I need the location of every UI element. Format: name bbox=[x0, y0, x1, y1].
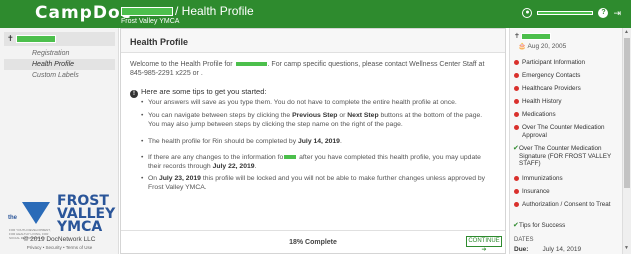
logo-mark-text: the bbox=[8, 215, 17, 221]
left-sidebar: ✝ Registration Health Profile Custom Lab… bbox=[0, 28, 119, 254]
step-healthcare-providers[interactable]: Healthcare Providers bbox=[512, 85, 617, 93]
step-health-history[interactable]: Health History bbox=[512, 98, 617, 106]
page-header-title: / Health Profile bbox=[121, 4, 254, 18]
tip-completion-date: The health profile for Rin should be com… bbox=[141, 138, 495, 147]
main-panel: Health Profile Welcome to the Health Pro… bbox=[120, 28, 506, 254]
participant-selector[interactable]: ✝ bbox=[4, 32, 115, 46]
check-icon: ✔ bbox=[513, 222, 519, 229]
incomplete-dot-icon bbox=[514, 125, 519, 130]
dates-label: DATES bbox=[514, 237, 534, 243]
step-label: Emergency Contacts bbox=[522, 72, 581, 79]
step-tips-for-success[interactable]: ✔ Tips for Success bbox=[512, 222, 617, 230]
sidebar-item-custom-labels[interactable]: Custom Labels bbox=[4, 70, 115, 81]
tip2-text-a: You can navigate between steps by clicki… bbox=[148, 112, 291, 119]
progress-text: 18% Complete bbox=[289, 239, 337, 246]
top-bar: CampDoc / Health Profile Frost Valley YM… bbox=[0, 0, 631, 28]
incomplete-dot-icon bbox=[514, 99, 519, 104]
due-label: Due: bbox=[514, 246, 529, 253]
step-label: Over The Counter Medication Approval bbox=[522, 124, 605, 139]
step-label: Immunizations bbox=[522, 175, 563, 182]
tip-navigation: You can navigate between steps by clicki… bbox=[141, 112, 495, 129]
person-icon: ✝ bbox=[514, 33, 520, 40]
person-icon: ✝ bbox=[7, 34, 14, 43]
user-area: ● ? ⇥ bbox=[522, 8, 621, 18]
tip-autosave: Your answers will save as you type them.… bbox=[141, 99, 495, 108]
step-label: Participant Information bbox=[522, 59, 585, 66]
step-label: Medications bbox=[522, 111, 556, 118]
campdoc-logo[interactable]: CampDoc bbox=[35, 3, 132, 23]
organization-name: Frost Valley YMCA bbox=[121, 18, 180, 25]
step-authorization-consent[interactable]: Authorization / Consent to Treat bbox=[512, 201, 617, 209]
info-icon: ! bbox=[130, 90, 138, 98]
date-of-birth: 🎂 Aug 20, 2005 bbox=[518, 43, 567, 50]
step-label: Health History bbox=[522, 98, 562, 105]
incomplete-dot-icon bbox=[514, 60, 519, 65]
participant-card: ✝ bbox=[512, 30, 620, 42]
step-immunizations[interactable]: Immunizations bbox=[512, 175, 617, 183]
incomplete-dot-icon bbox=[514, 112, 519, 117]
tip3-date: July 14, 2019 bbox=[298, 138, 340, 145]
tip2-next: Next Step bbox=[347, 112, 379, 119]
step-otc-approval[interactable]: Over The Counter Medication Approval bbox=[512, 124, 617, 139]
step-label: Tips for Success bbox=[519, 222, 566, 229]
logo-ymca: YMCA bbox=[57, 219, 103, 235]
steps-sidebar: ✝ 🎂 Aug 20, 2005 Participant Information… bbox=[509, 28, 622, 254]
tip5-text-a: On bbox=[148, 175, 158, 182]
sidebar-item-registration[interactable]: Registration bbox=[4, 48, 115, 59]
tip-update-records: If there are any changes to the informat… bbox=[141, 154, 495, 171]
redacted-participant-name bbox=[16, 35, 56, 43]
scroll-down-icon[interactable]: ▼ bbox=[624, 245, 629, 251]
due-date-row: Due: July 14, 2019 bbox=[514, 246, 581, 253]
tip4-text-a: If there are any changes to the informat… bbox=[148, 154, 284, 161]
footer-bar: 18% Complete CONTINUE ➔ bbox=[121, 230, 505, 253]
step-label: Insurance bbox=[522, 188, 550, 195]
step-emergency-contacts[interactable]: Emergency Contacts bbox=[512, 72, 617, 80]
incomplete-dot-icon bbox=[514, 176, 519, 181]
step-otc-signature[interactable]: ✔ Over The Counter Medication Signature (… bbox=[512, 145, 617, 168]
dob-value: Aug 20, 2005 bbox=[527, 43, 567, 50]
header-title-text: / Health Profile bbox=[175, 4, 254, 18]
redacted-name bbox=[121, 7, 173, 17]
incomplete-dot-icon bbox=[514, 73, 519, 78]
scroll-thumb[interactable] bbox=[624, 38, 630, 188]
redacted-user-name[interactable] bbox=[537, 11, 594, 15]
redacted-name bbox=[283, 154, 298, 161]
step-label: Authorization / Consent to Treat bbox=[522, 201, 611, 208]
scroll-up-icon[interactable]: ▲ bbox=[624, 29, 629, 35]
tip2-previous: Previous Step bbox=[292, 112, 338, 119]
welcome-text-a: Welcome to the Health Profile for bbox=[130, 61, 233, 68]
copyright: © 2019 DocNetwork LLC bbox=[23, 236, 96, 243]
user-icon[interactable]: ● bbox=[522, 8, 533, 18]
help-icon[interactable]: ? bbox=[598, 8, 609, 18]
step-label: Healthcare Providers bbox=[522, 85, 581, 92]
page-title: Health Profile bbox=[121, 29, 505, 53]
logout-icon[interactable]: ⇥ bbox=[613, 8, 621, 18]
steps-scrollbar[interactable]: ▲ ▼ bbox=[622, 28, 631, 254]
step-label: Over The Counter Medication Signature (F… bbox=[519, 145, 612, 167]
step-insurance[interactable]: Insurance bbox=[512, 188, 617, 196]
ymca-mark-icon bbox=[22, 202, 50, 224]
tip5-date: July 23, 2019 bbox=[158, 175, 201, 182]
tip4-date: July 22, 2019 bbox=[212, 162, 255, 170]
step-medications[interactable]: Medications bbox=[512, 111, 617, 119]
continue-button[interactable]: CONTINUE ➔ bbox=[466, 236, 502, 253]
incomplete-dot-icon bbox=[514, 189, 519, 194]
incomplete-dot-icon bbox=[514, 202, 519, 207]
tip-lock-date: On July 23, 2019 this profile will be lo… bbox=[141, 175, 495, 192]
due-value: July 14, 2019 bbox=[542, 246, 582, 253]
redacted-name bbox=[234, 61, 268, 68]
tips-heading-text: Here are some tips to get you started: bbox=[141, 87, 267, 96]
redacted-participant-name bbox=[521, 33, 551, 40]
welcome-text: Welcome to the Health Profile for . For … bbox=[130, 60, 500, 78]
incomplete-dot-icon bbox=[514, 86, 519, 91]
legal-links[interactable]: Privacy • Security • Terms of Use bbox=[0, 245, 119, 250]
tip3-text: The health profile for Rin should be com… bbox=[148, 138, 297, 145]
tip2-or: or bbox=[339, 112, 346, 119]
tips-heading: ! Here are some tips to get you started: bbox=[130, 87, 266, 98]
step-participant-information[interactable]: Participant Information bbox=[512, 59, 617, 67]
check-icon: ✔ bbox=[513, 145, 519, 152]
sidebar-item-health-profile[interactable]: Health Profile bbox=[4, 59, 115, 70]
